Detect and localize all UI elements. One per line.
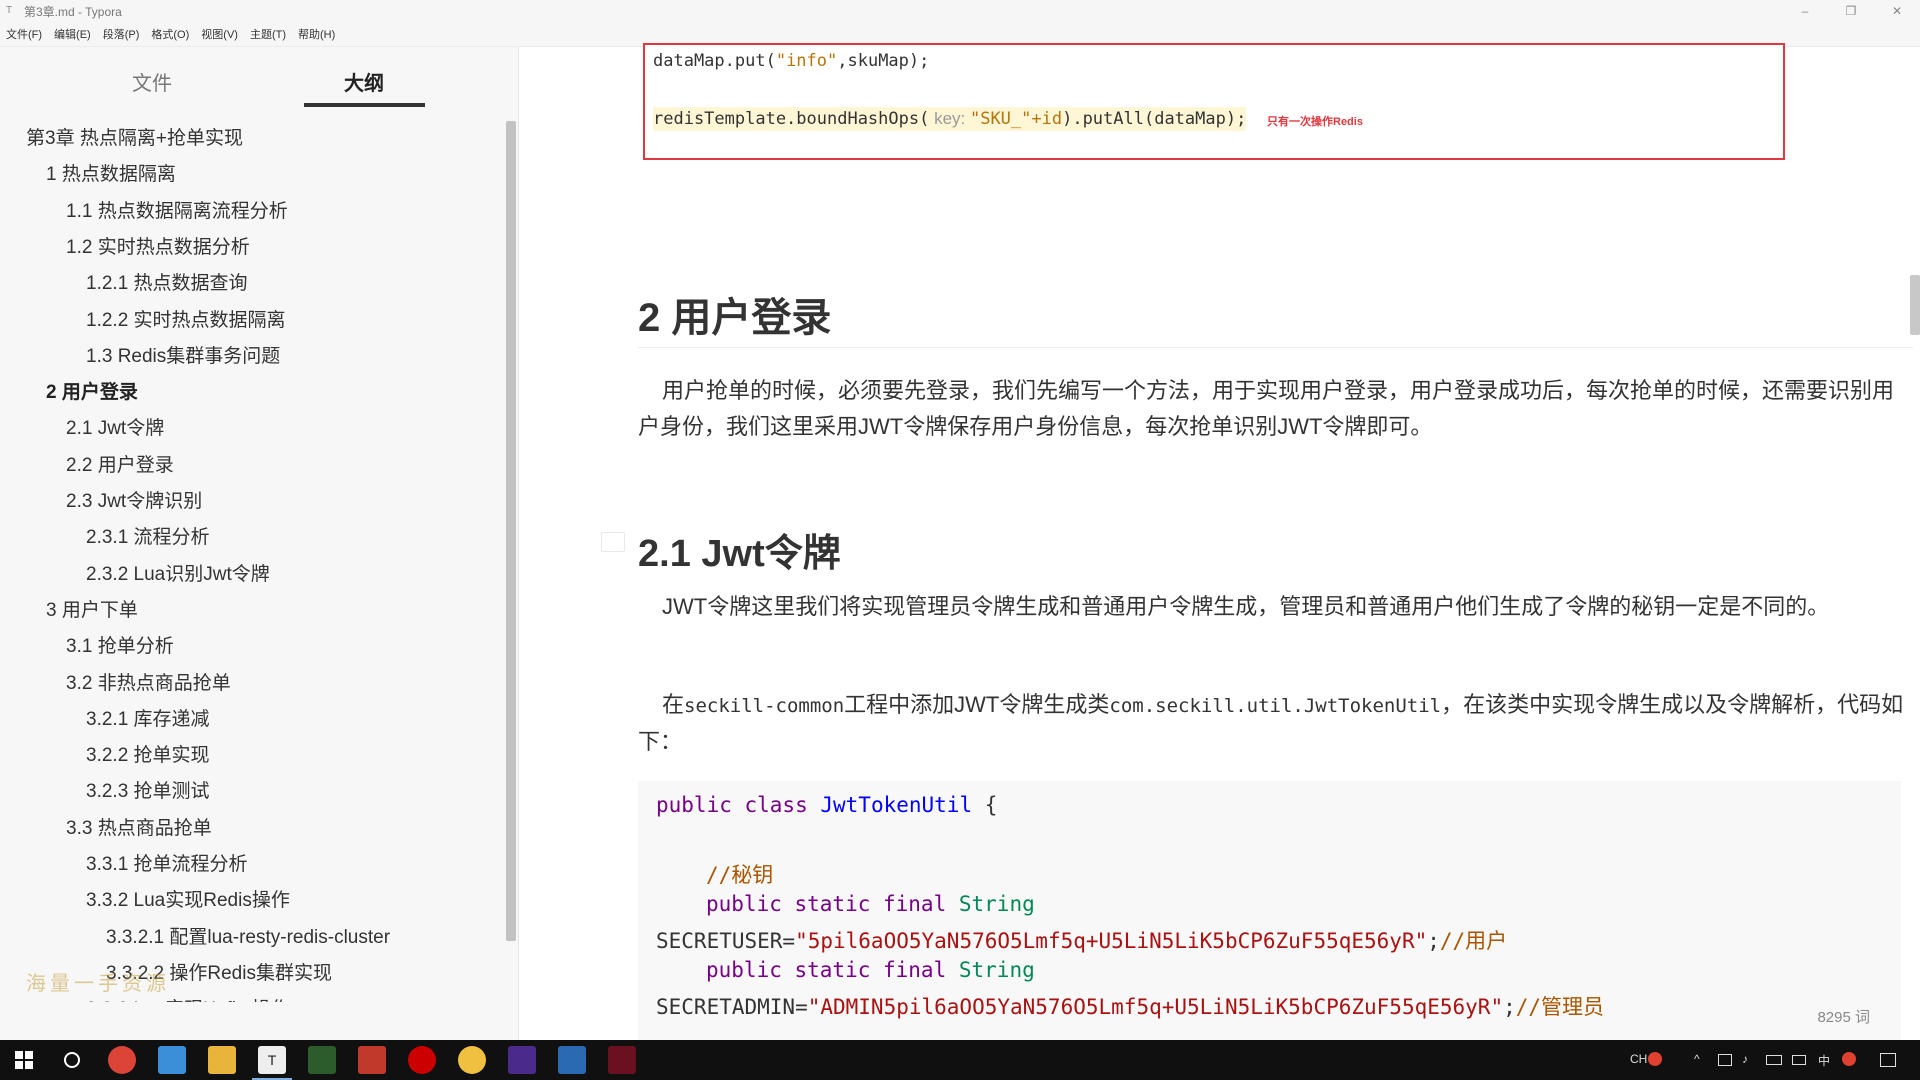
outline-item[interactable]: 1 热点数据隔离 [46, 159, 176, 186]
outline-item[interactable]: 1.1 热点数据隔离流程分析 [66, 196, 288, 223]
app-icon[interactable] [308, 1046, 336, 1074]
editor-scrollbar[interactable] [1910, 275, 1920, 335]
menu-paragraph[interactable]: 段落(P) [97, 26, 146, 42]
active-tab-indicator [304, 103, 425, 107]
window-controls: – ❐ ✕ [1782, 0, 1920, 22]
paragraph-login: 用户抢单的时候，必须要先登录，我们先编写一个方法，用于实现用户登录，用户登录成功… [638, 378, 1895, 439]
outline-item[interactable]: 1.2.2 实时热点数据隔离 [86, 305, 286, 332]
sidebar: 文件 大纲 第3章 热点隔离+抢单实现 1 热点数据隔离 1.1 热点数据隔离流程分… [0, 47, 540, 1040]
editor[interactable]: dataMap.put("info",skuMap); redisTemplat… [519, 43, 1920, 1051]
language-indicator[interactable]: CH [1630, 1052, 1647, 1066]
outline-item[interactable]: 第3章 热点隔离+抢单实现 [26, 123, 243, 150]
tab-files[interactable]: 文件 [92, 67, 212, 96]
outline-item[interactable]: 3.2.1 库存递减 [86, 704, 210, 731]
outline-item[interactable]: 2.2 用户登录 [66, 450, 174, 477]
outline-item[interactable]: 2.3.2 Lua识别Jwt令牌 [86, 559, 270, 586]
sogou-icon[interactable] [1842, 1052, 1856, 1066]
outline-item[interactable]: 1.2 实时热点数据分析 [66, 232, 250, 259]
word-count[interactable]: 8295 词 [1817, 1006, 1870, 1027]
idea-icon[interactable] [508, 1046, 536, 1074]
window-title: 第3章.md - Typora [24, 4, 122, 19]
code-line-comment: //秘钥 [706, 863, 774, 887]
outline-item[interactable]: 3.1 抢单分析 [66, 631, 174, 658]
code-block[interactable]: public class JwtTokenUtil { //秘钥 public … [638, 781, 1901, 1051]
outline-item[interactable]: 1.2.1 热点数据查询 [86, 268, 248, 295]
code-line-4: SECRETUSER="5pil6aOO5YaN576O5Lmf5q+U5LiN… [656, 929, 1508, 953]
menu-format[interactable]: 格式(O) [145, 26, 195, 42]
heading-rule [638, 347, 1913, 348]
app-icon[interactable] [558, 1046, 586, 1074]
ime-icon[interactable] [1648, 1052, 1662, 1066]
paragraph-jwt-2: 在seckill-common工程中添加JWT令牌生成类com.seckill.… [638, 692, 1904, 754]
watermark: 海量一手资源 [26, 973, 170, 995]
code-line-6: SECRETADMIN="ADMIN5pil6aOO5YaN576O5Lmf5q… [656, 995, 1605, 1019]
minimize-button[interactable]: – [1782, 0, 1828, 22]
outline-item[interactable]: 3.3 热点商品抢单 [66, 813, 212, 840]
notification-icon[interactable] [1880, 1053, 1896, 1067]
app-icon[interactable] [158, 1046, 186, 1074]
outline-item[interactable]: 2 用户登录 [46, 377, 138, 404]
paragraph-jwt-1: JWT令牌这里我们将实现管理员令牌生成和普通用户令牌生成，管理员和普通用户他们生… [662, 594, 1830, 619]
sidebar-tabs: 文件 大纲 [0, 47, 518, 109]
search-circle-icon[interactable] [58, 1046, 86, 1074]
menu-edit[interactable]: 编辑(E) [48, 26, 97, 42]
title-bar: T 第3章.md - Typora – ❐ ✕ [0, 0, 1920, 22]
battery-icon[interactable] [1766, 1055, 1782, 1065]
tab-outline[interactable]: 大纲 [304, 67, 424, 96]
app-icon[interactable] [458, 1046, 486, 1074]
folder-icon[interactable] [208, 1046, 236, 1074]
volume-icon[interactable]: ♪ [1742, 1052, 1748, 1066]
app-icon[interactable] [408, 1046, 436, 1074]
ime-mode[interactable]: 中 [1818, 1052, 1830, 1069]
typora-icon[interactable]: T [258, 1046, 286, 1074]
network-icon[interactable] [1718, 1054, 1732, 1066]
chrome-icon[interactable] [108, 1046, 136, 1074]
outline-item[interactable]: 3.2.2 抢单实现 [86, 740, 210, 767]
outline-item[interactable]: 1.3 Redis集群事务问题 [86, 341, 280, 368]
wifi-icon[interactable] [1792, 1055, 1806, 1065]
taskbar: T CH ^ ♪ 中 [0, 1040, 1920, 1080]
outline-item[interactable]: 3 用户下单 [46, 595, 138, 622]
code-line-5: public static final String [706, 958, 1035, 982]
windows-start-icon[interactable] [10, 1046, 38, 1074]
highlighted-code-box: dataMap.put("info",skuMap); redisTemplat… [643, 43, 1785, 160]
outline-item[interactable]: 3.3.2 Lua实现Redis操作 [86, 885, 290, 912]
code-line-redis: redisTemplate.boundHashOps( key: "SKU_"+… [653, 107, 1247, 131]
outline-item[interactable]: 3.3.2.1 配置lua-resty-redis-cluster [106, 922, 390, 949]
sidebar-footer: ‹ [0, 1002, 540, 1040]
heading-anchor-icon[interactable] [601, 532, 625, 552]
chevron-up-icon[interactable]: ^ [1694, 1052, 1700, 1066]
outline-item[interactable]: 2.1 Jwt令牌 [66, 413, 164, 440]
outline-item[interactable]: 3.2 非热点商品抢单 [66, 668, 231, 695]
typora-icon: T [6, 5, 13, 16]
code-line-datamap: dataMap.put("info",skuMap); [653, 51, 930, 71]
code-line-1: public class JwtTokenUtil { [656, 793, 998, 817]
redis-note: 只有一次操作Redis [1267, 116, 1363, 128]
code-line-3: public static final String [706, 892, 1035, 916]
outline-item[interactable]: 2.3.1 流程分析 [86, 522, 210, 549]
app-icon[interactable] [358, 1046, 386, 1074]
menu-file[interactable]: 文件(F) [0, 26, 48, 42]
menu-theme[interactable]: 主题(T) [244, 26, 292, 42]
outline-item[interactable]: 2.3 Jwt令牌识别 [66, 486, 202, 513]
restore-button[interactable]: ❐ [1828, 0, 1874, 22]
app-icon[interactable] [608, 1046, 636, 1074]
outline-item[interactable]: 3.2.3 抢单测试 [86, 776, 210, 803]
heading-jwt: 2.1 Jwt令牌 [638, 533, 841, 575]
menu-view[interactable]: 视图(V) [195, 26, 244, 42]
outline-item[interactable]: 3.3.1 抢单流程分析 [86, 849, 248, 876]
menu-help[interactable]: 帮助(H) [292, 26, 341, 42]
sidebar-scrollbar[interactable] [506, 121, 516, 941]
close-button[interactable]: ✕ [1874, 0, 1920, 22]
heading-user-login: 2 用户登录 [638, 296, 832, 340]
